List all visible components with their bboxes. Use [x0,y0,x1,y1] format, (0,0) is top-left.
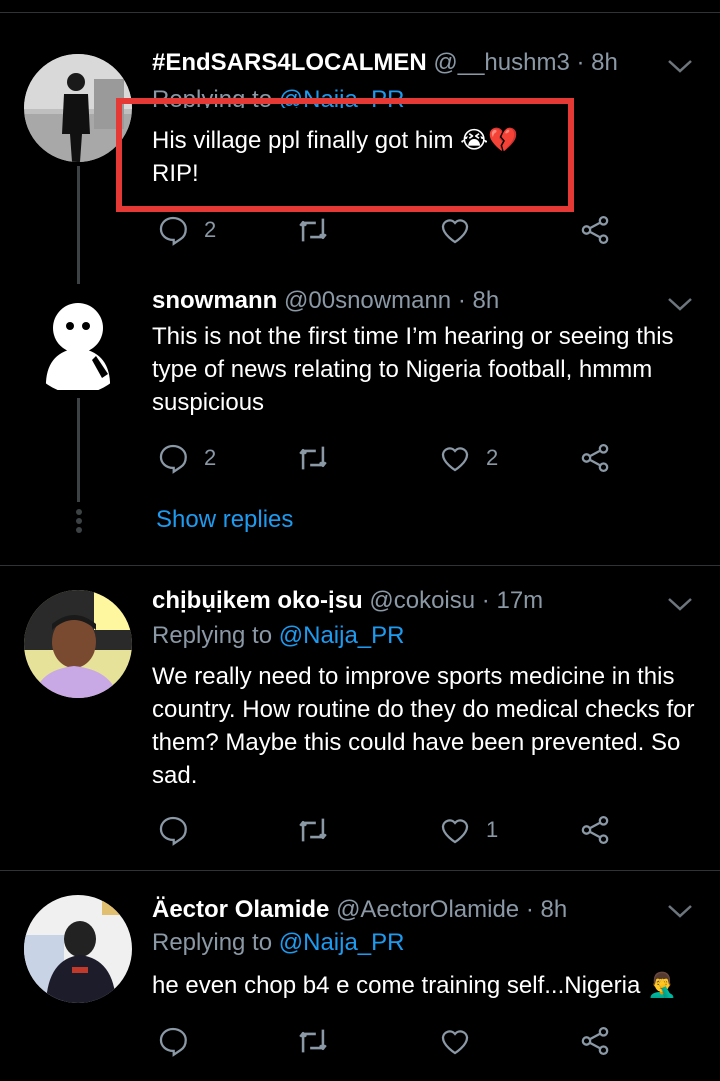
share-button[interactable] [578,438,612,478]
retweet-button[interactable] [296,210,344,250]
reply-count: 2 [204,445,217,470]
avatar[interactable] [24,895,132,1003]
reply-button[interactable] [156,1021,204,1061]
share-icon [581,815,609,845]
timestamp[interactable]: 8h [541,896,568,923]
avatar[interactable] [24,590,132,698]
tweet-actions: 2 2 [152,438,632,478]
share-button[interactable] [578,810,612,850]
reply-icon [159,1027,187,1057]
reply-icon [159,216,187,246]
tweet-header: chịbụịkem oko-ịsu @cokoisu · 17m [152,587,544,614]
retweet-button[interactable] [296,1021,344,1061]
timestamp[interactable]: 8h [472,287,499,314]
handle[interactable]: @00snowmann [284,287,451,314]
tweet-header: snowmann @00snowmann · 8h [152,287,500,314]
handle[interactable]: @cokoisu [369,587,475,614]
timestamp[interactable]: 17m [496,587,543,614]
handle[interactable]: @AectorOlamide [336,896,519,923]
like-icon [441,447,469,472]
show-replies-link[interactable]: Show replies [156,506,293,534]
tweet-hushm3[interactable]: #EndSARS4LOCALMEN @__hushm3 · 8h Replyin… [0,0,720,284]
tweet-text: We really need to improve sports medicin… [152,663,695,789]
chevron-down-icon[interactable] [666,901,694,921]
tweet-aectorolamide[interactable]: Äector Olamide @AectorOlamide · 8h Reply… [0,871,720,1081]
retweet-icon [299,446,327,470]
retweet-icon [299,218,327,242]
reply-button[interactable]: 2 [156,210,216,250]
handle[interactable]: @__hushm3 [433,49,569,76]
like-button[interactable]: 1 [438,810,498,850]
reply-button[interactable] [156,810,204,850]
tweet-text: This is not the first time I’m hearing o… [152,323,674,416]
tweet-actions: 2 [152,210,632,250]
chevron-down-icon[interactable] [666,294,694,314]
share-icon [581,1026,609,1056]
reply-count: 2 [204,217,217,242]
reply-button[interactable]: 2 [156,438,216,478]
replying-to: Replying to @Naija_PR [152,622,405,649]
like-button[interactable]: 2 [438,438,498,478]
share-icon [581,215,609,245]
like-button[interactable] [438,1021,486,1061]
timestamp[interactable]: 8h [591,49,618,76]
like-button[interactable] [438,210,486,250]
like-icon [441,219,469,244]
display-name[interactable]: chịbụịkem oko-ịsu [152,587,363,614]
like-icon [441,1030,469,1055]
display-name[interactable]: Äector Olamide [152,896,329,923]
tweet-snowmann[interactable]: snowmann @00snowmann · 8h This is not th… [0,270,720,560]
retweet-icon [299,1029,327,1053]
avatar[interactable] [24,286,132,394]
retweet-icon [299,818,327,842]
reply-icon [159,816,187,846]
tweet-header: Äector Olamide @AectorOlamide · 8h [152,896,568,923]
replying-to: Replying to @Naija_PR [152,929,405,956]
tweet-text: he even chop b4 e come training self...N… [152,972,677,999]
display-name[interactable]: #EndSARS4LOCALMEN [152,49,427,76]
tweet-actions: 1 [152,810,632,850]
share-button[interactable] [578,210,612,250]
thread-line [77,398,80,502]
like-count: 2 [486,445,499,470]
like-count: 1 [486,817,499,842]
thread-line [77,166,80,284]
share-button[interactable] [578,1021,612,1061]
retweet-button[interactable] [296,438,344,478]
tweet-header: #EndSARS4LOCALMEN @__hushm3 · 8h [152,49,618,76]
tweet-actions [152,1021,632,1061]
chevron-down-icon[interactable] [666,56,694,76]
tweet-cokoisu[interactable]: chịbụịkem oko-ịsu @cokoisu · 17m Replyin… [0,566,720,870]
replying-to-link[interactable]: @Naija_PR [279,929,405,956]
share-icon [581,443,609,473]
thread-dots [74,506,83,536]
replying-to-link[interactable]: @Naija_PR [279,622,405,649]
display-name[interactable]: snowmann [152,287,277,314]
chevron-down-icon[interactable] [666,594,694,614]
like-icon [441,819,469,844]
highlight-box [116,98,574,212]
retweet-button[interactable] [296,810,344,850]
reply-icon [159,444,187,474]
